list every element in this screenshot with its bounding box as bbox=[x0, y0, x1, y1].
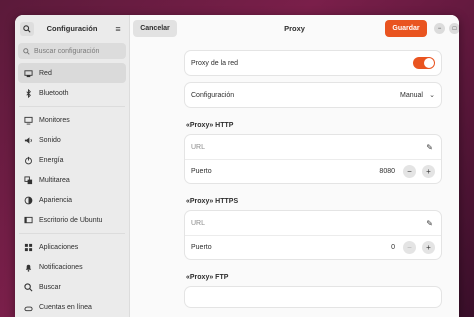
http-port-decrement[interactable]: − bbox=[403, 165, 416, 178]
power-icon bbox=[24, 156, 33, 165]
http-port-label: Puerto bbox=[191, 168, 212, 175]
sidebar-item-multitarea[interactable]: Multitarea bbox=[18, 170, 126, 190]
minimize-button[interactable]: − bbox=[434, 23, 445, 34]
plus-icon: + bbox=[426, 167, 431, 176]
http-url-placeholder: URL bbox=[191, 143, 206, 151]
search-icon bbox=[24, 282, 33, 292]
network-icon bbox=[24, 69, 33, 78]
configuration-value: Manual bbox=[400, 91, 423, 99]
bell-icon bbox=[24, 263, 33, 272]
save-button[interactable]: Guardar bbox=[385, 20, 427, 37]
switch-knob bbox=[424, 58, 434, 68]
bluetooth-icon bbox=[24, 88, 33, 98]
sidebar-item-label: Cuentas en línea bbox=[39, 303, 92, 311]
sidebar-item-apariencia[interactable]: Apariencia bbox=[18, 190, 126, 210]
sidebar-item-label: Energía bbox=[39, 156, 64, 164]
sidebar-item-monitores[interactable]: Monitores bbox=[18, 110, 126, 130]
sidebar-item-label: Apariencia bbox=[39, 196, 73, 204]
network-proxy-label: Proxy de la red bbox=[191, 59, 239, 67]
sidebar-item-label: Red bbox=[39, 69, 52, 77]
maximize-icon: □ bbox=[452, 25, 457, 32]
sidebar-item-red[interactable]: Red bbox=[18, 63, 126, 83]
configuration-card: Configuración Manual ⌄ bbox=[185, 83, 441, 107]
ubuntu-desktop-icon bbox=[24, 216, 33, 225]
https-url-placeholder: URL bbox=[191, 219, 206, 227]
sidebar-item-cuentas-en-linea[interactable]: Cuentas en línea bbox=[18, 297, 126, 317]
search-placeholder: Buscar configuración bbox=[34, 47, 100, 55]
edit-icon: ✎ bbox=[426, 218, 433, 228]
ftp-section-title: «Proxy» FTP bbox=[186, 274, 229, 281]
sidebar-item-energia[interactable]: Energía bbox=[18, 150, 126, 170]
minus-icon: − bbox=[407, 167, 412, 176]
minus-icon: − bbox=[407, 243, 412, 252]
https-proxy-card: URL ✎ Puerto 0 − + bbox=[185, 211, 441, 259]
sidebar: Configuración ≡ Buscar configuración Red… bbox=[15, 15, 130, 317]
edit-icon: ✎ bbox=[426, 142, 433, 152]
http-port-value[interactable]: 8080 bbox=[379, 168, 395, 175]
apps-icon bbox=[24, 243, 33, 252]
multitask-icon bbox=[24, 175, 33, 185]
ftp-proxy-card bbox=[185, 287, 441, 307]
menu-button[interactable]: ≡ bbox=[111, 22, 125, 36]
search-icon bbox=[23, 47, 30, 55]
network-proxy-row: Proxy de la red bbox=[185, 51, 441, 75]
sidebar-item-label: Sonido bbox=[39, 136, 61, 144]
sidebar-item-label: Escritorio de Ubuntu bbox=[39, 216, 103, 224]
maximize-button[interactable]: □ bbox=[449, 23, 459, 34]
sidebar-item-label: Monitores bbox=[39, 116, 70, 124]
https-port-increment[interactable]: + bbox=[422, 241, 435, 254]
sidebar-item-escritorio-ubuntu[interactable]: Escritorio de Ubuntu bbox=[18, 210, 126, 230]
https-port-decrement[interactable]: − bbox=[403, 241, 416, 254]
sidebar-item-aplicaciones[interactable]: Aplicaciones bbox=[18, 237, 126, 257]
sidebar-item-label: Bluetooth bbox=[39, 89, 69, 97]
sound-icon bbox=[24, 136, 33, 145]
https-section-title: «Proxy» HTTPS bbox=[186, 198, 239, 205]
https-port-value[interactable]: 0 bbox=[391, 244, 395, 251]
configuration-combo[interactable]: Configuración Manual ⌄ bbox=[185, 83, 441, 107]
appearance-icon bbox=[24, 196, 33, 205]
sidebar-item-bluetooth[interactable]: Bluetooth bbox=[18, 83, 126, 103]
configuration-label: Configuración bbox=[191, 91, 235, 99]
sidebar-item-label: Multitarea bbox=[39, 176, 70, 184]
sidebar-list: Red Bluetooth Monitores Sonido Energía M… bbox=[15, 63, 129, 317]
https-port-row: Puerto 0 − + bbox=[185, 235, 441, 259]
network-proxy-switch[interactable] bbox=[413, 57, 435, 69]
http-section-title: «Proxy» HTTP bbox=[186, 122, 234, 129]
hamburger-icon: ≡ bbox=[115, 24, 121, 34]
network-proxy-card: Proxy de la red bbox=[185, 51, 441, 75]
http-port-increment[interactable]: + bbox=[422, 165, 435, 178]
sidebar-item-sonido[interactable]: Sonido bbox=[18, 130, 126, 150]
minimize-icon: − bbox=[437, 25, 442, 32]
http-port-row: Puerto 8080 − + bbox=[185, 159, 441, 183]
main-panel: Cancelar Proxy Guardar − □ ✕ Proxy de la… bbox=[130, 15, 459, 317]
plus-icon: + bbox=[426, 243, 431, 252]
http-url-field[interactable]: URL ✎ bbox=[185, 135, 441, 159]
https-url-field[interactable]: URL ✎ bbox=[185, 211, 441, 235]
sidebar-header: Configuración ≡ bbox=[15, 15, 129, 43]
monitor-icon bbox=[24, 116, 33, 125]
sidebar-item-buscar[interactable]: Buscar bbox=[18, 277, 126, 297]
sidebar-separator bbox=[19, 233, 125, 234]
proxy-content: Proxy de la red Configuración Manual ⌄ «… bbox=[185, 51, 441, 307]
sidebar-item-label: Notificaciones bbox=[39, 263, 83, 271]
sidebar-item-notificaciones[interactable]: Notificaciones bbox=[18, 257, 126, 277]
search-input[interactable]: Buscar configuración bbox=[18, 43, 126, 59]
sidebar-item-label: Buscar bbox=[39, 283, 61, 291]
header-bar: Cancelar Proxy Guardar − □ ✕ bbox=[130, 15, 459, 43]
settings-window: Configuración ≡ Buscar configuración Red… bbox=[15, 15, 459, 317]
https-port-label: Puerto bbox=[191, 244, 212, 251]
sidebar-separator bbox=[19, 106, 125, 107]
chevron-down-icon: ⌄ bbox=[429, 92, 435, 99]
http-proxy-card: URL ✎ Puerto 8080 − + bbox=[185, 135, 441, 183]
sidebar-item-label: Aplicaciones bbox=[39, 243, 79, 251]
accounts-icon bbox=[24, 303, 33, 312]
